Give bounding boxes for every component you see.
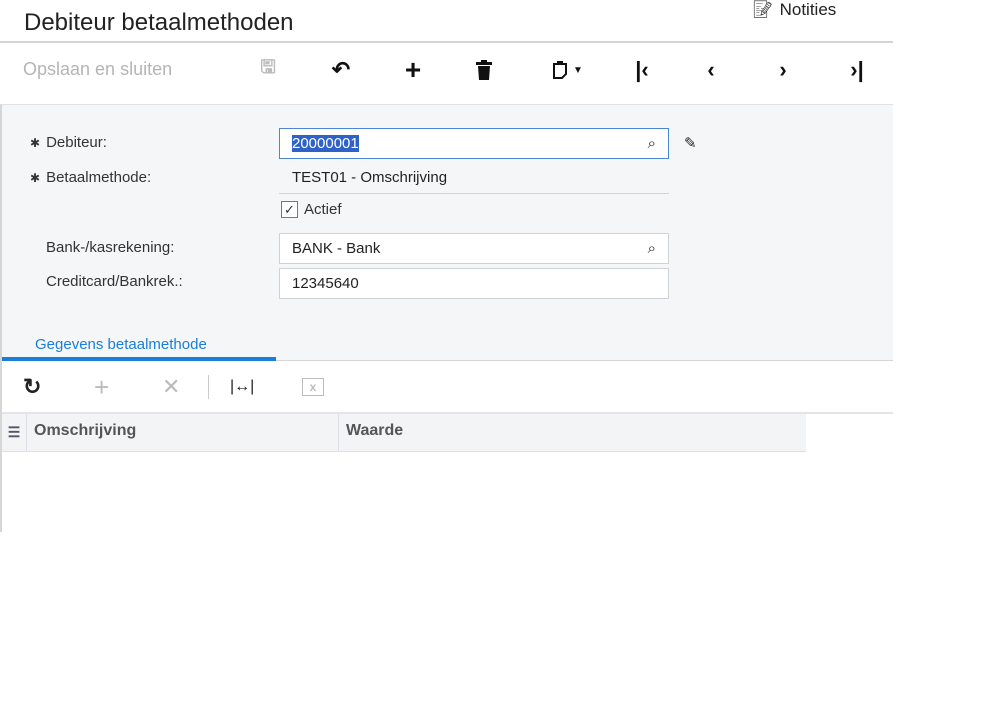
search-icon[interactable]: ⌕ [648,240,656,257]
save-and-close-button[interactable]: Opslaan en sluiten [23,59,172,80]
search-icon[interactable]: ⌕ [648,135,656,152]
edit-icon[interactable]: ✎ [684,134,697,152]
clipboard-menu-button[interactable]: ▼ [543,56,593,84]
header-divider [0,41,893,43]
chevron-down-icon: ▼ [573,64,583,76]
notes-button[interactable]: 📝︎ Notities [752,0,836,20]
checkbox-icon: ✓ [281,201,298,218]
cash-account-label: Bank-/kasrekening: [46,239,175,256]
cash-account-input[interactable]: BANK - Bank ⌕ [279,233,669,264]
refresh-icon[interactable]: ↻ [23,374,41,400]
payment-method-label: ✱ Betaalmethode: [30,169,152,186]
first-record-icon[interactable]: |‹ [627,56,657,84]
delete-icon[interactable] [470,56,498,84]
column-settings-icon[interactable]: ☰ [2,414,26,451]
payment-method-value: TEST01 - Omschrijving [292,169,448,186]
fit-columns-icon[interactable]: |↔| [230,374,254,400]
next-record-icon[interactable]: › [770,56,796,84]
tab-divider [276,360,893,361]
delete-row-icon[interactable]: ✕ [162,374,180,400]
notes-label: Notities [779,0,837,19]
customer-input[interactable]: 20000001 ⌕ [279,128,669,159]
undo-icon[interactable]: ↶ [327,56,355,84]
active-tab-indicator [2,357,276,361]
customer-value: 20000001 [292,135,359,152]
column-header-value[interactable]: Waarde [338,414,806,451]
card-account-value: 12345640 [292,275,359,292]
cash-account-value: BANK - Bank [292,240,381,257]
customer-label: ✱ Debiteur: [30,134,107,151]
column-header-description[interactable]: Omschrijving [26,414,338,451]
save-icon[interactable]: 🖫︎ [255,56,281,84]
add-icon[interactable]: + [399,54,427,85]
toolbar-separator [208,375,209,399]
active-checkbox[interactable]: ✓ Actief [281,201,342,218]
payment-method-underline [279,193,669,194]
add-row-icon[interactable]: + [94,372,109,402]
active-label: Actief [304,201,342,218]
notes-icon: 📝︎ [752,0,774,19]
last-record-icon[interactable]: ›| [842,56,872,84]
tab-payment-method-details[interactable]: Gegevens betaalmethode [35,336,207,353]
card-account-label: Creditcard/Bankrek.: [46,273,183,290]
previous-record-icon[interactable]: ‹ [698,56,724,84]
grid-header: ☰ Omschrijving Waarde [2,414,806,452]
page-title: Debiteur betaalmethoden [24,9,294,36]
export-excel-icon[interactable]: x [302,374,324,400]
clipboard-icon [553,61,568,79]
card-account-input[interactable]: 12345640 [279,268,669,299]
